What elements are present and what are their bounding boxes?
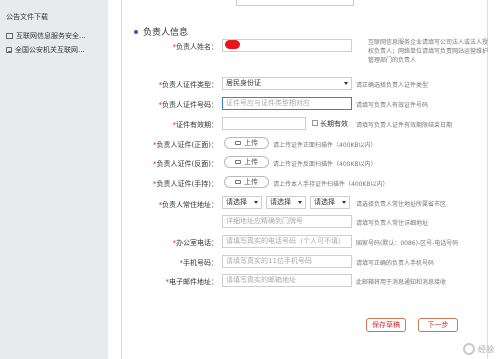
id-handheld-hint: 请上传本人手持证件扫描件（400KB以内）: [273, 181, 389, 188]
watermark: 经验: [463, 343, 494, 355]
chevron-down-icon: [298, 201, 302, 204]
chevron-down-icon: [342, 201, 346, 204]
email-hint: 此邮箱将用于消息通知和消息接收: [356, 279, 447, 286]
district-select[interactable]: 请选择: [310, 196, 350, 209]
camera-icon: [235, 180, 241, 184]
upload-back-button[interactable]: 上传: [224, 156, 269, 168]
id-handheld-label: *负责人证件(手持)：: [153, 180, 218, 188]
city-select[interactable]: 请选择: [266, 196, 306, 209]
name-hint: 互联网信息服务企业请填写公司法人或法人授权负责人；网络单位请填写负责网站运营维护…: [368, 39, 489, 64]
divider: [121, 0, 122, 359]
bullet-icon: [134, 29, 138, 34]
camera-icon: [235, 160, 241, 164]
camera-icon: [235, 141, 241, 145]
section-header: 负责人信息: [134, 25, 188, 38]
save-draft-button[interactable]: 保存草稿: [366, 318, 406, 332]
id-validity-hint: 请填写负责人证件有效期限结束日期: [356, 122, 453, 129]
id-front-label: *负责人证件(正面)：: [153, 141, 218, 149]
sidebar: 公告文件下载 互联网信息服务安全... 全国公安机关互联网...: [0, 0, 108, 359]
upload-front-button[interactable]: 上传: [224, 137, 269, 149]
address-label: *负责人常住地址：: [158, 201, 219, 209]
chevron-down-icon: [254, 201, 258, 204]
office-phone-label: *办公室电话：: [172, 239, 219, 247]
id-front-hint: 请上传证件正面扫描件（400KB以内）: [273, 142, 377, 149]
id-type-select[interactable]: 居民身份证: [222, 77, 352, 90]
sidebar-item-label: 互联网信息服务安全...: [16, 32, 86, 40]
id-validity-label: *证件有效期：: [172, 121, 219, 129]
id-validity-date-input[interactable]: [222, 117, 306, 130]
longterm-checkbox[interactable]: [312, 120, 318, 126]
email-label: *电子邮件地址：: [165, 278, 219, 286]
name-input[interactable]: [222, 39, 352, 52]
office-phone-hint: 国家号码(默认：0086)-区号-电话号码: [356, 240, 459, 247]
address-detail-hint: 请填写负责人常住详细地址: [356, 220, 429, 227]
province-select[interactable]: 请选择: [222, 196, 262, 209]
sidebar-item-police-doc[interactable]: 全国公安机关互联网...: [6, 45, 85, 55]
mobile-input[interactable]: 请填写真实的11位手机号码: [222, 255, 352, 268]
office-phone-input[interactable]: 请填写真实的电话号码（个人可不填）: [222, 235, 352, 248]
id-number-hint: 请填写负责人有效证件号码: [356, 102, 429, 109]
watermark-logo-icon: [463, 343, 475, 355]
chevron-down-icon: [344, 82, 348, 85]
upload-handheld-button[interactable]: 上传: [224, 176, 269, 188]
name-label: *负责人姓名：: [172, 43, 219, 51]
id-type-hint: 请正确选择负责人证件类型: [356, 82, 429, 89]
document-icon: [6, 47, 12, 53]
id-number-input[interactable]: 证件号应与证件类型相对应: [222, 97, 352, 110]
folder-icon: [6, 33, 13, 39]
address-hint: 请选择负责人常住地址所属省市区: [356, 201, 447, 208]
address-detail-input[interactable]: 详细地址应精确到门牌号: [222, 215, 352, 228]
email-input[interactable]: 请填写真实的邮箱地址: [222, 274, 352, 287]
next-step-button[interactable]: 下一步: [418, 318, 458, 332]
id-type-label: *负责人证件类型：: [158, 81, 219, 89]
mobile-hint: 请填写正确的负责人手机号码: [356, 260, 435, 267]
id-number-label: *负责人证件号码：: [158, 101, 219, 109]
section-title: 负责人信息: [143, 28, 189, 38]
sidebar-item-security-doc[interactable]: 互联网信息服务安全...: [6, 31, 86, 41]
id-back-hint: 请上传证件反面扫描件（400KB以内）: [273, 161, 377, 168]
sidebar-item-label: 全国公安机关互联网...: [15, 46, 85, 54]
mobile-label: *手机号码：: [179, 259, 219, 267]
sidebar-title: 公告文件下载: [6, 13, 48, 21]
id-back-label: *负责人证件(反面)：: [153, 160, 218, 168]
longterm-label: 长期有效: [320, 120, 348, 128]
previous-input-edge: [236, 0, 354, 6]
redaction-mark: [225, 40, 240, 49]
